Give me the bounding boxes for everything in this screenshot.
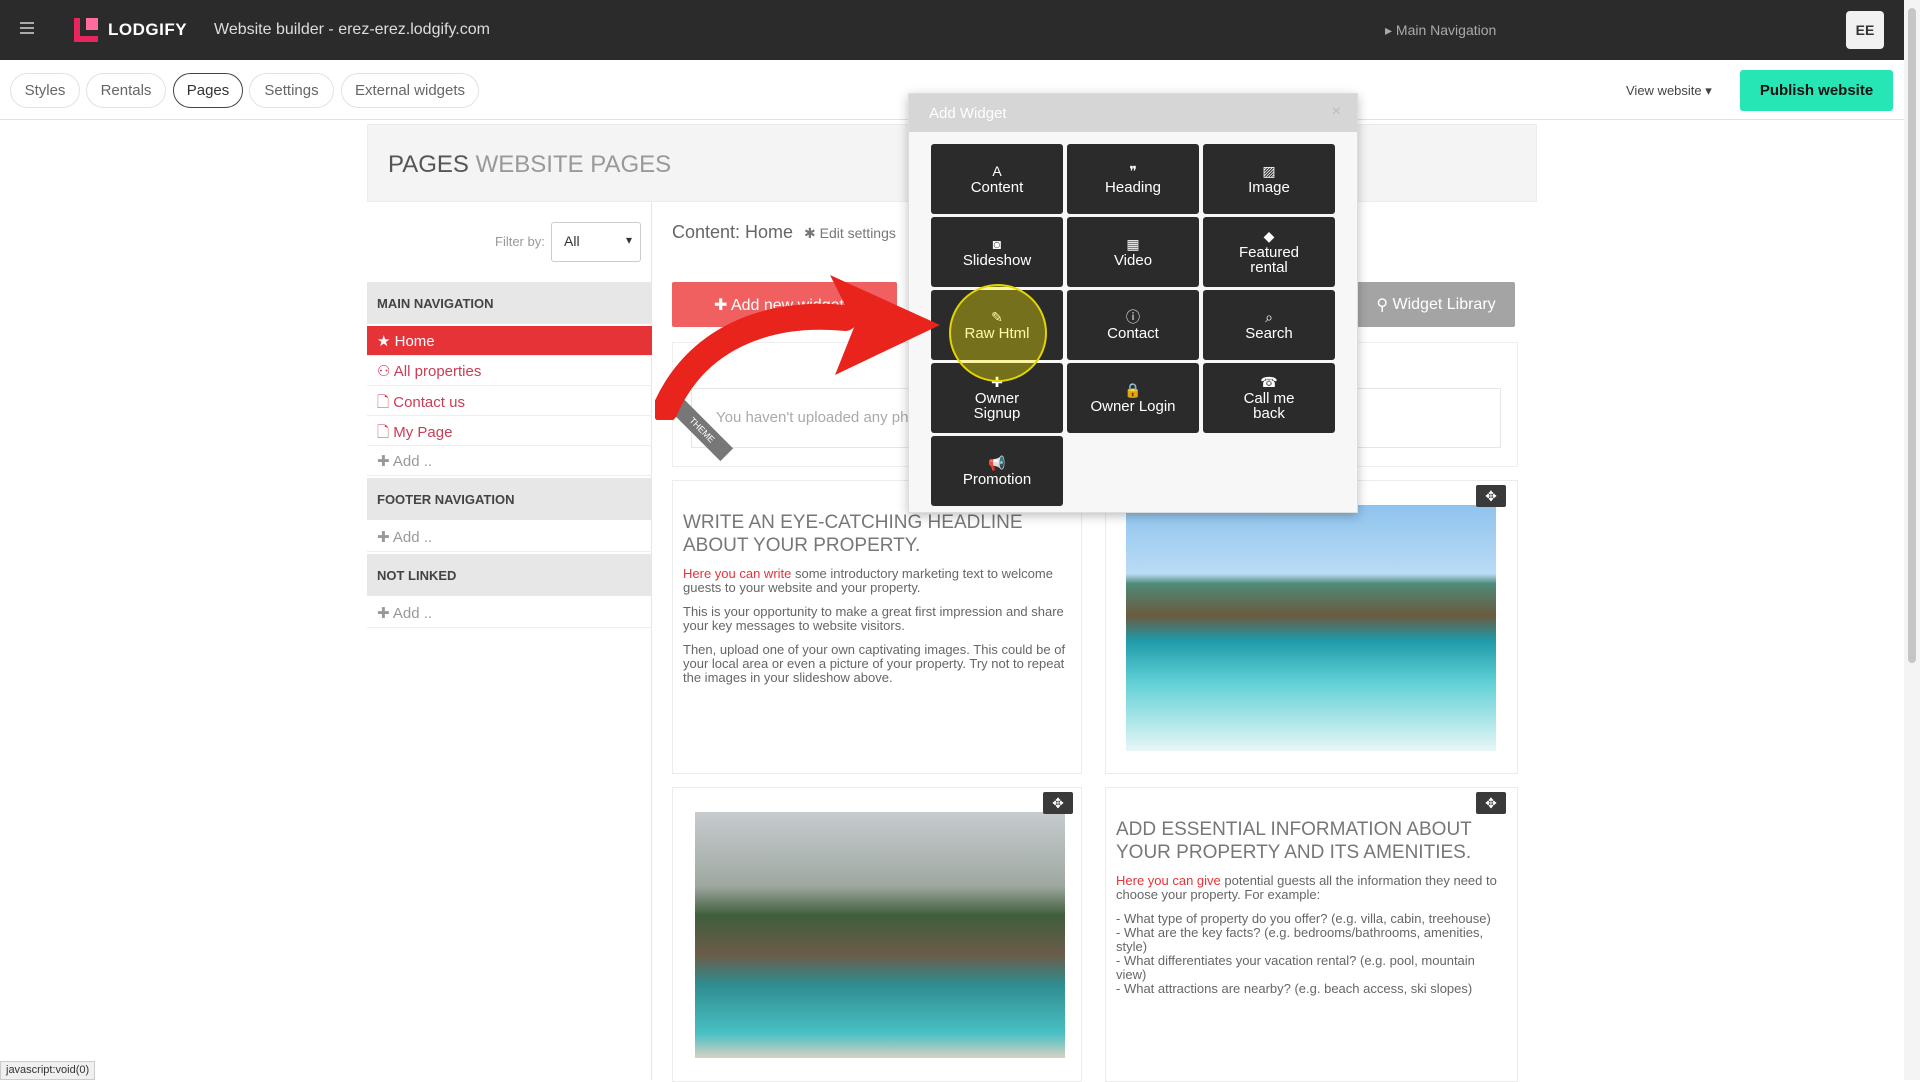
card-list-item: - What are the key facts? (e.g. bedrooms… — [1116, 925, 1484, 954]
camera-icon: ◙ — [992, 235, 1002, 252]
widget-owner-login-button[interactable]: 🔒 Owner Login — [1067, 363, 1199, 433]
publish-website-button[interactable]: Publish website — [1740, 70, 1893, 111]
card-list-item: - What type of property do you offer? (e… — [1116, 911, 1491, 926]
main-navigation-heading: MAIN NAVIGATION — [367, 282, 652, 324]
tag-icon: ◆ — [1263, 228, 1275, 244]
widget-promotion-button[interactable]: 📢 Promotion — [931, 436, 1063, 506]
star-icon: ★ — [377, 333, 391, 350]
phone-icon: ☎ — [1260, 374, 1278, 390]
filter-select[interactable]: All — [551, 222, 641, 262]
widget-slideshow-button[interactable]: ◙ Slideshow — [931, 217, 1063, 287]
tab-settings[interactable]: Settings — [249, 73, 334, 108]
move-icon[interactable]: ✥ — [1476, 485, 1506, 507]
tab-pages[interactable]: Pages — [173, 73, 243, 108]
widget-call-me-back-button[interactable]: ☎ Call me back — [1203, 363, 1335, 433]
footer-navigation-heading: FOOTER NAVIGATION — [367, 478, 652, 520]
card-title: WRITE AN EYE-CATCHING HEADLINE ABOUT YOU… — [683, 512, 1023, 556]
card-list-item: - What attractions are nearby? (e.g. bea… — [1116, 981, 1473, 996]
card-title: ADD ESSENTIAL INFORMATION ABOUT YOUR PRO… — [1116, 819, 1472, 863]
logo-text: LODGIFY — [108, 20, 188, 39]
pool-photo — [695, 812, 1065, 1058]
tab-styles[interactable]: Styles — [10, 73, 80, 108]
add-footer-nav-link[interactable]: ✚ Add .. — [367, 522, 652, 552]
widget-video-button[interactable]: ▦ Video — [1067, 217, 1199, 287]
modal-title: Add Widget — [909, 94, 1357, 132]
menu-icon[interactable] — [20, 22, 34, 36]
lodgify-logo-icon — [74, 18, 98, 42]
picture-icon: ▨ — [1262, 162, 1276, 179]
card-paragraph: Here you can give potential guests all t… — [1116, 873, 1497, 902]
app-title: Website builder - erez-erez.lodgify.com — [214, 21, 490, 38]
tab-rentals[interactable]: Rentals — [86, 73, 166, 108]
move-icon[interactable]: ✥ — [1476, 792, 1506, 814]
filter-label: Filter by: — [495, 234, 545, 249]
widget-contact-button[interactable]: ⓘ Contact — [1067, 290, 1199, 360]
card-paragraph: Then, upload one of your own captivating… — [683, 642, 1066, 685]
widget-image-button[interactable]: ▨ Image — [1203, 144, 1335, 214]
move-icon[interactable]: ✥ — [1043, 792, 1073, 814]
close-icon[interactable]: × — [1332, 103, 1341, 121]
widget-heading-button[interactable]: ❞ Heading — [1067, 144, 1199, 214]
cursor-highlight — [949, 284, 1047, 382]
lock-icon: 🔒 — [1124, 381, 1142, 398]
widget-search-button[interactable]: ⌕ Search — [1203, 290, 1335, 360]
font-icon: A — [992, 162, 1002, 179]
add-not-linked-link[interactable]: ✚ Add .. — [367, 598, 652, 628]
page-icon: 🗋 — [377, 394, 390, 411]
page-title: PAGES WEBSITE PAGES — [388, 151, 672, 178]
red-arrow-icon — [655, 275, 940, 420]
add-main-nav-link[interactable]: ✚ Add .. — [367, 446, 652, 476]
not-linked-heading: NOT LINKED — [367, 554, 652, 596]
text-widget-amenities[interactable]: ADD ESSENTIAL INFORMATION ABOUT YOUR PRO… — [1105, 787, 1518, 1082]
card-list-item: - What differentiates your vacation rent… — [1116, 953, 1475, 982]
content-title: Content: Home — [672, 222, 794, 242]
text-widget-headline[interactable]: WRITE AN EYE-CATCHING HEADLINE ABOUT YOU… — [672, 480, 1082, 774]
image-widget-beach[interactable]: ✥ — [1105, 480, 1518, 774]
film-icon: ▦ — [1126, 235, 1140, 252]
sidebar: Filter by: All MAIN NAVIGATION ★ Home ⚇ … — [367, 202, 652, 1080]
page-icon: 🗋 — [377, 424, 390, 441]
view-website-dropdown[interactable]: View website ▾ — [1626, 83, 1712, 99]
pin-icon: ⚲ — [1376, 296, 1393, 314]
beach-photo — [1126, 505, 1496, 751]
tab-external-widgets[interactable]: External widgets — [341, 73, 479, 108]
widget-library-button[interactable]: ⚲ Widget Library — [1357, 282, 1515, 327]
megaphone-icon: 📢 — [988, 454, 1006, 471]
sitemap-icon: ⚇ — [377, 363, 391, 380]
breadcrumb[interactable]: ▸ Main Navigation — [1385, 22, 1496, 39]
search-icon: ⌕ — [1265, 308, 1273, 325]
sidebar-item-contact-us[interactable]: 🗋 Contact us — [367, 386, 652, 416]
avatar[interactable]: EE — [1846, 11, 1884, 49]
sidebar-item-my-page[interactable]: 🗋 My Page — [367, 416, 652, 446]
card-paragraph: This is your opportunity to make a great… — [683, 604, 1064, 633]
edit-settings-link[interactable]: ✱ Edit settings — [804, 225, 896, 242]
scrollbar[interactable] — [1904, 0, 1920, 1080]
quote-icon: ❞ — [1129, 162, 1137, 179]
widget-featured-rental-button[interactable]: ◆ Featured rental — [1203, 217, 1335, 287]
widget-content-button[interactable]: A Content — [931, 144, 1063, 214]
image-widget-pool[interactable]: ✥ — [672, 787, 1082, 1082]
sidebar-item-all-properties[interactable]: ⚇ All properties — [367, 356, 652, 386]
info-icon: ⓘ — [1126, 308, 1140, 325]
sidebar-item-home[interactable]: ★ Home — [367, 326, 652, 356]
scrollbar-thumb[interactable] — [1908, 8, 1916, 663]
top-bar: LODGIFY Website builder - erez-erez.lodg… — [0, 0, 1904, 60]
status-bar: javascript:void(0) — [0, 1061, 96, 1080]
card-paragraph: Here you can write some introductory mar… — [683, 566, 1053, 595]
